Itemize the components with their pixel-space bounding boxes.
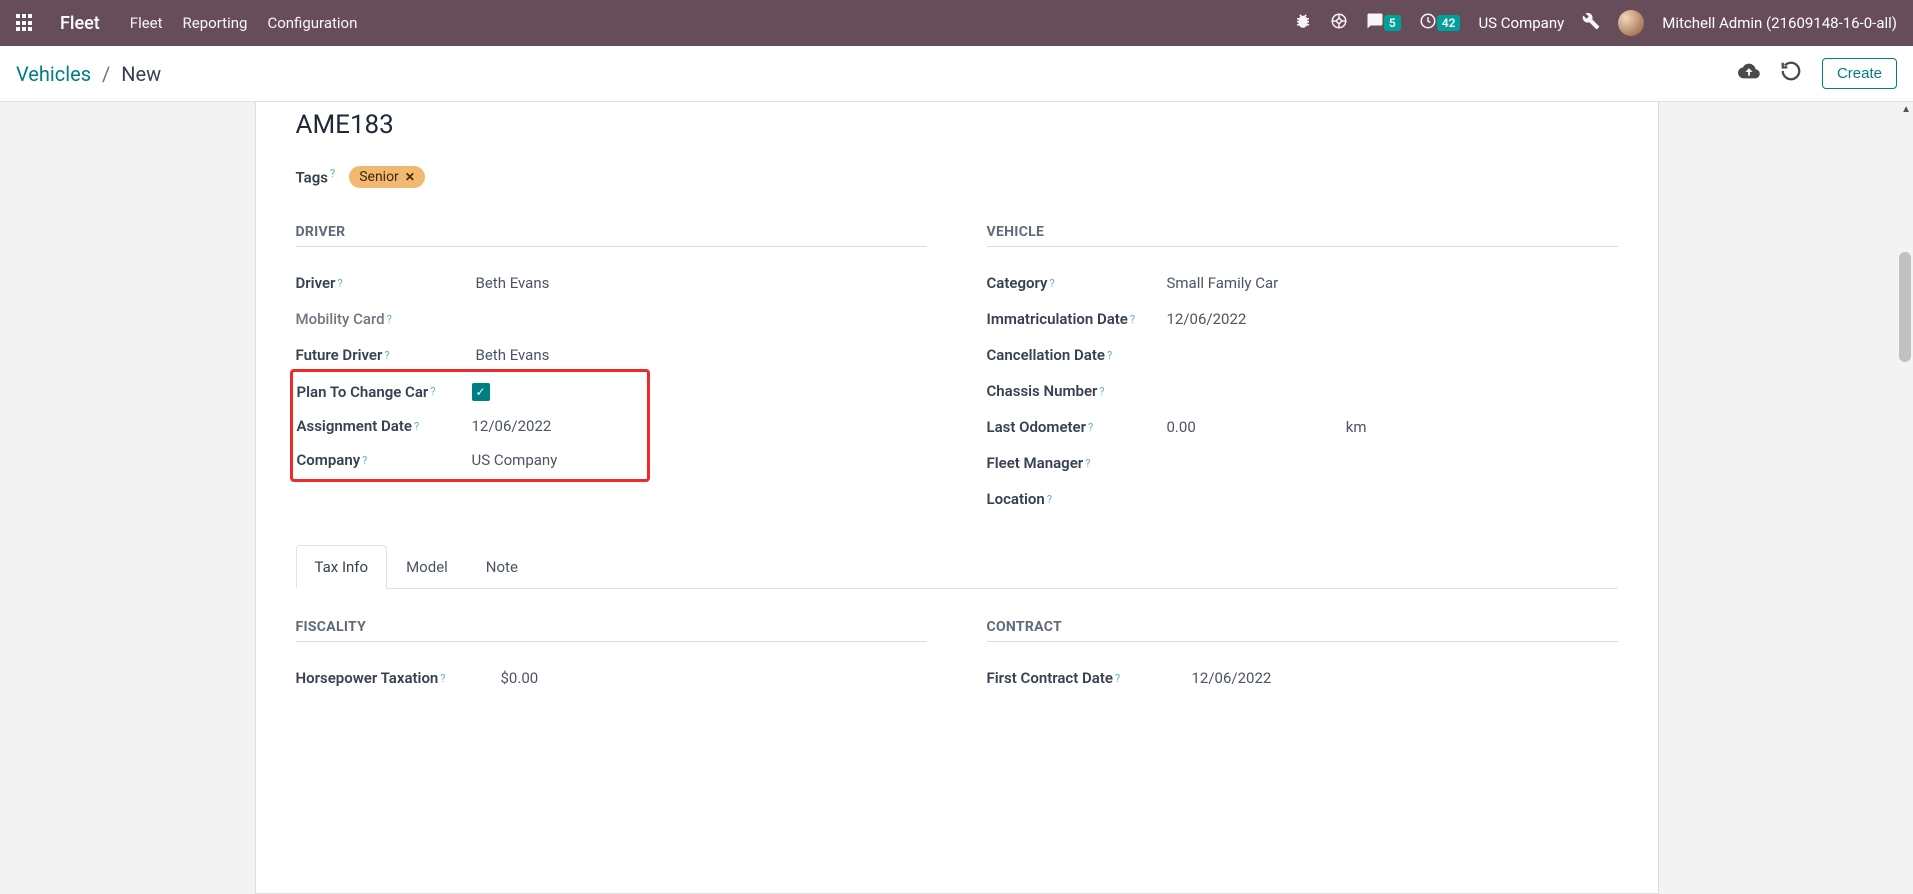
- help-icon[interactable]: ?: [1047, 493, 1052, 506]
- nav-configuration[interactable]: Configuration: [267, 14, 357, 32]
- topbar-right: 5 42 US Company Mitchell Admin (21609148…: [1294, 10, 1897, 36]
- category-label: Category: [987, 274, 1048, 292]
- fiscality-heading: FISCALITY: [296, 619, 927, 642]
- tag-remove-icon[interactable]: ✕: [405, 170, 415, 184]
- horsepower-taxation-label: Horsepower Taxation: [296, 669, 439, 687]
- immatriculation-date-label: Immatriculation Date: [987, 310, 1128, 328]
- driver-section: DRIVER Driver? Beth Evans Mobility Card?…: [296, 224, 927, 517]
- cloud-save-icon[interactable]: [1738, 60, 1760, 87]
- help-icon[interactable]: ?: [1085, 457, 1090, 470]
- apps-icon[interactable]: [16, 14, 34, 32]
- help-icon[interactable]: ?: [1115, 672, 1120, 685]
- license-plate-label: License Plate: [296, 102, 1618, 106]
- breadcrumb-bar: Vehicles / New Create: [0, 46, 1913, 102]
- help-icon[interactable]: ?: [1049, 277, 1054, 290]
- contract-heading: CONTRACT: [987, 619, 1618, 642]
- discard-icon[interactable]: [1780, 60, 1802, 87]
- horsepower-taxation-value[interactable]: $0.00: [501, 669, 927, 687]
- help-icon[interactable]: ?: [362, 454, 367, 467]
- messages-badge: 5: [1384, 15, 1401, 31]
- tags-label: Tags: [296, 169, 329, 187]
- category-value[interactable]: Small Family Car: [1167, 274, 1618, 292]
- help-icon[interactable]: ?: [414, 420, 419, 433]
- location-label: Location: [987, 490, 1045, 508]
- scroll-up-arrow[interactable]: ▲: [1901, 104, 1911, 115]
- tools-icon[interactable]: [1582, 12, 1600, 34]
- activities-badge: 42: [1437, 15, 1461, 31]
- first-contract-date-value[interactable]: 12/06/2022: [1192, 669, 1618, 687]
- plan-change-checkbox[interactable]: ✓: [472, 383, 490, 401]
- immatriculation-date-value[interactable]: 12/06/2022: [1167, 310, 1618, 328]
- driver-value[interactable]: Beth Evans: [476, 274, 927, 292]
- help-icon[interactable]: ?: [387, 313, 392, 326]
- support-icon[interactable]: [1330, 12, 1348, 34]
- form-sheet: License Plate AME183 Tags? Senior ✕ DRIV…: [255, 102, 1659, 894]
- scrollbar-track[interactable]: [1897, 122, 1913, 894]
- tab-pane-tax-info: FISCALITY Horsepower Taxation? $0.00 CON…: [296, 589, 1618, 696]
- clock-icon: [1419, 12, 1437, 34]
- nav-reporting[interactable]: Reporting: [183, 14, 248, 32]
- nav-fleet[interactable]: Fleet: [130, 14, 163, 32]
- help-icon[interactable]: ?: [337, 277, 342, 290]
- chassis-number-label: Chassis Number: [987, 382, 1098, 400]
- mobility-card-label: Mobility Card: [296, 310, 385, 328]
- tag-senior[interactable]: Senior ✕: [349, 166, 425, 188]
- breadcrumb-root[interactable]: Vehicles: [16, 62, 91, 86]
- help-icon[interactable]: ?: [440, 672, 445, 685]
- future-driver-label: Future Driver: [296, 346, 383, 364]
- breadcrumb: Vehicles / New: [16, 62, 161, 86]
- help-icon[interactable]: ?: [430, 385, 435, 398]
- speech-icon: [1366, 12, 1384, 34]
- first-contract-date-label: First Contract Date: [987, 669, 1113, 687]
- user-menu[interactable]: Mitchell Admin (21609148-16-0-all): [1662, 14, 1897, 32]
- company-value[interactable]: US Company: [462, 451, 645, 469]
- avatar[interactable]: [1618, 10, 1644, 36]
- company-label: Company: [297, 451, 361, 469]
- tag-text: Senior: [359, 169, 399, 185]
- bug-icon[interactable]: [1294, 12, 1312, 34]
- last-odometer-value[interactable]: 0.00: [1167, 418, 1196, 436]
- help-icon[interactable]: ?: [1130, 313, 1135, 326]
- tab-tax-info[interactable]: Tax Info: [296, 545, 388, 589]
- scrollbar-thumb[interactable]: [1899, 252, 1911, 362]
- driver-heading: DRIVER: [296, 224, 927, 247]
- highlighted-region: Plan To Change Car? ✓ Assignment Date? 1…: [290, 369, 650, 482]
- odometer-unit[interactable]: km: [1346, 418, 1367, 436]
- fleet-manager-label: Fleet Manager: [987, 454, 1084, 472]
- create-button[interactable]: Create: [1822, 58, 1897, 89]
- vehicle-section: VEHICLE Category? Small Family Car Immat…: [987, 224, 1618, 517]
- help-icon[interactable]: ?: [1107, 349, 1112, 362]
- plan-change-label: Plan To Change Car: [297, 383, 429, 401]
- detail-tabs: Tax Info Model Note: [296, 545, 1618, 589]
- assignment-date-label: Assignment Date: [297, 417, 412, 435]
- vehicle-heading: VEHICLE: [987, 224, 1618, 247]
- app-brand[interactable]: Fleet: [60, 13, 100, 34]
- license-plate-value[interactable]: AME183: [296, 110, 1618, 140]
- help-icon[interactable]: ?: [330, 167, 335, 180]
- activities-button[interactable]: 42: [1419, 12, 1461, 34]
- breadcrumb-separator: /: [102, 62, 110, 86]
- cancellation-date-label: Cancellation Date: [987, 346, 1105, 364]
- content-area: ▲ License Plate AME183 Tags? Senior ✕ DR…: [0, 102, 1913, 894]
- messages-button[interactable]: 5: [1366, 12, 1401, 34]
- help-icon[interactable]: ?: [1099, 385, 1104, 398]
- help-icon[interactable]: ?: [384, 349, 389, 362]
- tab-note[interactable]: Note: [467, 545, 537, 589]
- driver-label: Driver: [296, 274, 336, 292]
- company-switcher[interactable]: US Company: [1478, 14, 1564, 32]
- tab-model[interactable]: Model: [387, 545, 467, 589]
- help-icon[interactable]: ?: [1088, 421, 1093, 434]
- top-navbar: Fleet Fleet Reporting Configuration 5 42…: [0, 0, 1913, 46]
- last-odometer-label: Last Odometer: [987, 418, 1087, 436]
- breadcrumb-current: New: [121, 62, 161, 86]
- future-driver-value[interactable]: Beth Evans: [476, 346, 927, 364]
- assignment-date-value[interactable]: 12/06/2022: [462, 417, 645, 435]
